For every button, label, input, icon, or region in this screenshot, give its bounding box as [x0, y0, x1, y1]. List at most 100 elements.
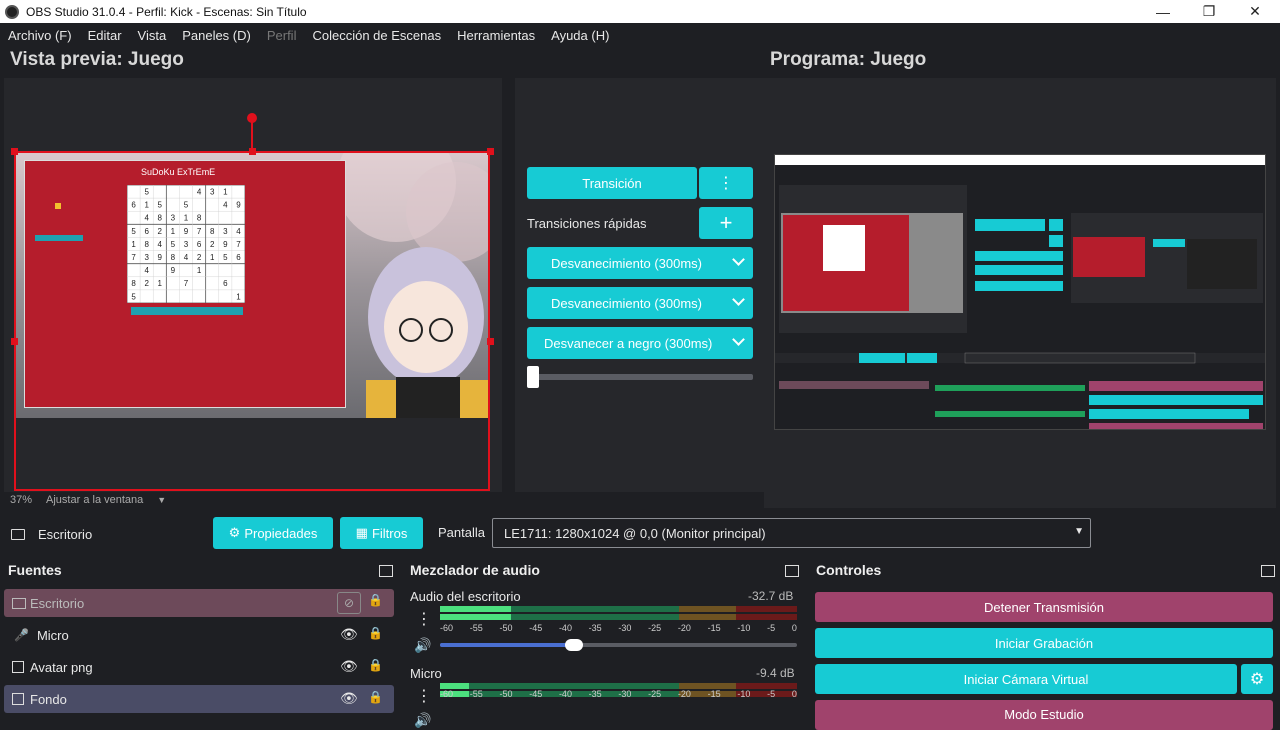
sudoku-cell[interactable]: 5	[158, 201, 163, 210]
sudoku-cell[interactable]: 7	[131, 253, 136, 262]
start-recording-button[interactable]: Iniciar Grabación	[815, 628, 1273, 658]
dock-undock-icon[interactable]	[785, 565, 799, 577]
sudoku-cell[interactable]: 8	[144, 240, 149, 249]
zoom-mode[interactable]: Ajustar a la ventana	[46, 494, 143, 506]
sudoku-cell[interactable]: 7	[236, 240, 241, 249]
virtual-camera-button[interactable]: Iniciar Cámara Virtual	[815, 664, 1237, 694]
studio-mode-button[interactable]: Modo Estudio	[815, 700, 1273, 730]
sudoku-cell[interactable]: 2	[197, 253, 202, 262]
sudoku-cell[interactable]: 3	[144, 253, 149, 262]
sudoku-cell[interactable]: 6	[144, 227, 149, 236]
sudoku-cell[interactable]: 6	[197, 240, 202, 249]
source-item-escritorio[interactable]: Escritorio ⊘ 🔒	[4, 589, 394, 617]
sudoku-cell[interactable]: 8	[197, 214, 202, 223]
sudoku-cell[interactable]: 4	[236, 227, 241, 236]
sudoku-cell[interactable]: 2	[144, 279, 149, 288]
lock-icon[interactable]: 🔒	[368, 658, 383, 672]
properties-button[interactable]: ⚙ Propiedades	[213, 517, 333, 549]
sudoku-cell[interactable]: 4	[184, 253, 189, 262]
sudoku-cell[interactable]: 3	[184, 240, 189, 249]
eye-icon[interactable]: 👁	[340, 626, 358, 643]
sudoku-cell[interactable]: 7	[184, 279, 189, 288]
speaker-icon[interactable]: 🔊	[414, 712, 431, 729]
sudoku-cell[interactable]: 5	[223, 253, 228, 262]
eye-hidden-icon[interactable]: ⊘	[337, 592, 361, 614]
menu-paneles[interactable]: Paneles (D)	[174, 28, 259, 43]
filters-button[interactable]: ▦ Filtros	[340, 517, 423, 549]
sudoku-cell[interactable]: 2	[158, 227, 163, 236]
volume-slider[interactable]	[440, 639, 797, 651]
sudoku-grid[interactable]: 5 4 3 16 1 5 5 4 94 8 3 1 85 6 2 1 9 7 8 3 41 8 4 5 3 6 2 9 77 3 9 8 4 2 1…	[127, 185, 245, 303]
lock-icon[interactable]: 🔒	[368, 690, 383, 704]
sudoku-cell[interactable]: 8	[158, 214, 163, 223]
resize-handle[interactable]	[11, 148, 18, 155]
sudoku-cell[interactable]: 9	[223, 240, 228, 249]
preview-scene-image[interactable]: SuDoKu ExTrEmE 5431615549483185621978341…	[16, 152, 488, 418]
sudoku-cell[interactable]: 1	[210, 253, 215, 262]
number-pad[interactable]	[131, 307, 243, 315]
close-button[interactable]: ✕	[1232, 0, 1278, 23]
zoom-dropdown-icon[interactable]: ▼	[157, 495, 166, 505]
quick-transition-2[interactable]: Desvanecimiento (300ms)	[527, 287, 753, 319]
quick-transition-1[interactable]: Desvanecimiento (300ms)	[527, 247, 753, 279]
sudoku-cell[interactable]: 5	[171, 240, 176, 249]
sudoku-cell[interactable]: 1	[223, 187, 228, 196]
maximize-button[interactable]: ❐	[1186, 0, 1232, 23]
source-item-avatar[interactable]: Avatar png 👁 🔒	[4, 653, 394, 681]
transition-button[interactable]: Transición	[527, 167, 697, 199]
sudoku-cell[interactable]: 4	[158, 240, 163, 249]
sudoku-cell[interactable]: 6	[236, 253, 241, 262]
sudoku-cell[interactable]: 1	[171, 227, 176, 236]
menu-archivo[interactable]: Archivo (F)	[0, 28, 80, 43]
source-item-fondo[interactable]: Fondo 👁 🔒	[4, 685, 394, 713]
sudoku-cell[interactable]: 1	[197, 266, 202, 275]
sudoku-cell[interactable]: 4	[223, 201, 228, 210]
source-item-micro[interactable]: 🎤 Micro 👁 🔒	[4, 621, 394, 649]
sudoku-cell[interactable]: 2	[210, 240, 215, 249]
sudoku-cell[interactable]: 5	[144, 187, 149, 196]
sudoku-cell[interactable]: 9	[171, 266, 176, 275]
rotation-handle[interactable]	[247, 113, 257, 123]
add-quick-transition-button[interactable]: +	[699, 207, 753, 239]
menu-herramientas[interactable]: Herramientas	[449, 28, 543, 43]
sudoku-cell[interactable]: 9	[236, 201, 241, 210]
resize-handle[interactable]	[487, 148, 494, 155]
sudoku-cell[interactable]: 1	[144, 201, 149, 210]
virtual-camera-settings-button[interactable]: ⚙	[1241, 664, 1273, 694]
sudoku-cell[interactable]: 8	[210, 227, 215, 236]
eye-icon[interactable]: 👁	[340, 690, 358, 707]
sudoku-cell[interactable]: 5	[131, 227, 136, 236]
sudoku-cell[interactable]: 5	[131, 292, 136, 301]
menu-vista[interactable]: Vista	[130, 28, 175, 43]
minimize-button[interactable]: —	[1140, 0, 1186, 23]
menu-coleccion-escenas[interactable]: Colección de Escenas	[304, 28, 449, 43]
sudoku-cell[interactable]: 4	[197, 187, 202, 196]
dock-undock-icon[interactable]	[1261, 565, 1275, 577]
sudoku-cell[interactable]: 3	[210, 187, 215, 196]
sudoku-cell[interactable]: 7	[197, 227, 202, 236]
stop-stream-button[interactable]: Detener Transmisión	[815, 592, 1273, 622]
quick-transition-3[interactable]: Desvanecer a negro (300ms)	[527, 327, 753, 359]
sudoku-cell[interactable]: 3	[171, 214, 176, 223]
lock-icon[interactable]: 🔒	[368, 593, 383, 607]
sudoku-cell[interactable]: 1	[131, 240, 136, 249]
speaker-icon[interactable]: 🔊	[414, 637, 431, 654]
sudoku-cell[interactable]: 1	[158, 279, 163, 288]
sudoku-cell[interactable]: 1	[184, 214, 189, 223]
menu-perfil[interactable]: Perfil	[259, 28, 305, 43]
sudoku-cell[interactable]: 4	[144, 214, 149, 223]
sudoku-cell[interactable]: 6	[223, 279, 228, 288]
menu-ayuda[interactable]: Ayuda (H)	[543, 28, 617, 43]
sudoku-cell[interactable]: 8	[131, 279, 136, 288]
eye-icon[interactable]: 👁	[340, 658, 358, 675]
slider-handle[interactable]	[564, 639, 583, 651]
sudoku-cell[interactable]: 3	[223, 227, 228, 236]
dock-undock-icon[interactable]	[379, 565, 393, 577]
sudoku-cell[interactable]: 8	[171, 253, 176, 262]
kebab-icon[interactable]: ⋮	[416, 609, 432, 629]
sudoku-cell[interactable]: 4	[144, 266, 149, 275]
menu-editar[interactable]: Editar	[80, 28, 130, 43]
sudoku-cell[interactable]: 1	[236, 292, 241, 301]
sudoku-cell[interactable]: 9	[184, 227, 189, 236]
kebab-icon[interactable]: ⋮	[416, 686, 432, 706]
